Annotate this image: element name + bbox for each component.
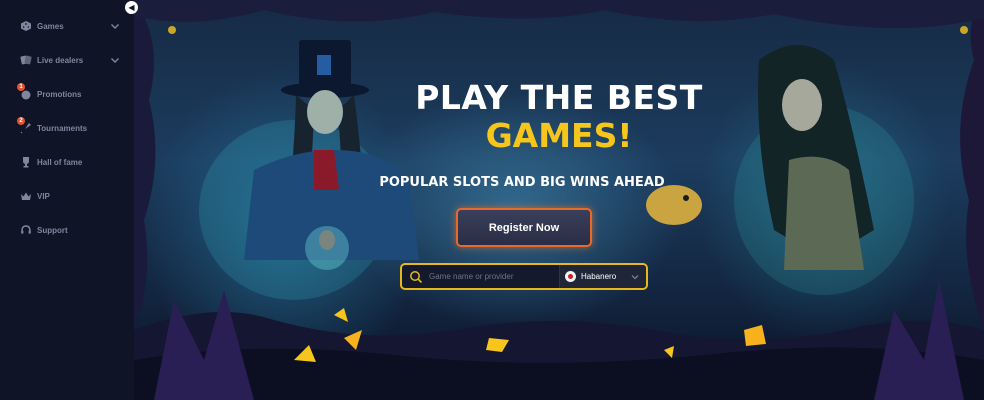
- gift-icon: 1: [17, 83, 32, 100]
- dice-icon: [20, 20, 32, 32]
- provider-select[interactable]: Habanero: [559, 265, 646, 288]
- sidebar-item-games[interactable]: Games: [20, 18, 120, 34]
- rocket-icon: 2: [17, 117, 32, 134]
- sidebar-item-support[interactable]: Support: [20, 222, 120, 238]
- trophy-icon: [20, 156, 32, 168]
- provider-selected-label: Habanero: [581, 272, 617, 281]
- provider-logo-icon: [565, 271, 576, 282]
- game-search-bar: Habanero: [400, 263, 648, 290]
- sidebar-item-label: Hall of fame: [37, 157, 83, 167]
- cards-icon: [20, 54, 32, 66]
- sidebar-collapse-button[interactable]: ◀: [125, 1, 138, 14]
- crown-icon: [20, 190, 32, 202]
- hero-banner: PLAY THE BEST GAMES! POPULAR SLOTS AND B…: [134, 0, 984, 400]
- chevron-down-icon[interactable]: [110, 21, 120, 31]
- sidebar-item-label: Live dealers: [37, 55, 84, 65]
- sidebar-item-label: Promotions: [37, 89, 82, 99]
- casino-landing: Games Live dealers 1 Promotions 2 Tourna…: [0, 0, 984, 400]
- search-input[interactable]: [423, 271, 559, 282]
- hero-tagline: POPULAR SLOTS AND BIG WINS AHEAD: [379, 175, 665, 190]
- sidebar-item-tournaments[interactable]: 2 Tournaments: [17, 117, 120, 136]
- register-now-button[interactable]: Register Now: [456, 208, 592, 247]
- sidebar-item-hall-of-fame[interactable]: Hall of fame: [20, 154, 120, 170]
- sidebar-item-label: VIP: [37, 191, 50, 201]
- sidebar-item-vip[interactable]: VIP: [20, 188, 120, 204]
- hero-illustration: [134, 0, 984, 400]
- sidebar-item-label: Support: [37, 225, 68, 235]
- hero-headline-line2: GAMES!: [485, 116, 633, 155]
- sidebar-item-promotions[interactable]: 1 Promotions: [17, 83, 120, 102]
- headset-icon: [20, 224, 32, 236]
- sidebar-item-live-dealers[interactable]: Live dealers: [20, 52, 120, 68]
- chevron-down-icon[interactable]: [110, 55, 120, 65]
- notification-badge: 2: [17, 117, 25, 125]
- sidebar-item-label: Games: [37, 21, 64, 31]
- notification-badge: 1: [17, 83, 25, 91]
- search-icon: [410, 270, 423, 283]
- hero-headline-line1: PLAY THE BEST: [415, 78, 703, 117]
- sidebar: Games Live dealers 1 Promotions 2 Tourna…: [0, 0, 134, 400]
- chevron-down-icon: [631, 274, 639, 279]
- sidebar-item-label: Tournaments: [37, 123, 88, 133]
